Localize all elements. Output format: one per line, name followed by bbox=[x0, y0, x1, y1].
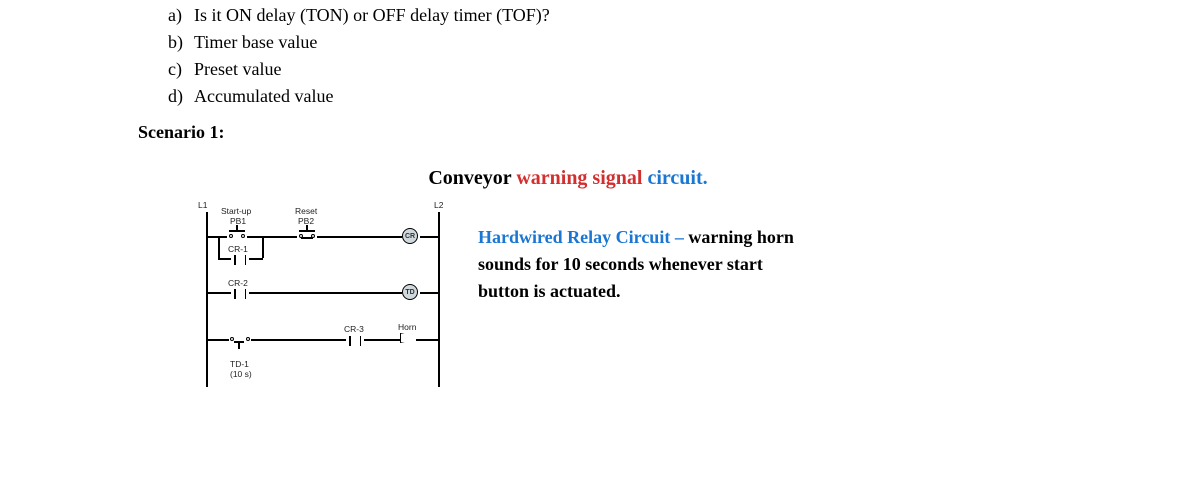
diagram-section: Conveyor warning signal circuit. L1 L2 S… bbox=[168, 167, 1200, 404]
td-coil: TD bbox=[402, 284, 418, 300]
question-list: a) Is it ON delay (TON) or OFF delay tim… bbox=[168, 2, 1200, 110]
relay-circuit-diagram: L1 L2 Start-up PB1 Reset PB2 bbox=[198, 204, 448, 404]
label-startup: Start-up bbox=[221, 206, 251, 216]
question-d: d) Accumulated value bbox=[168, 83, 1200, 110]
question-c: c) Preset value bbox=[168, 56, 1200, 83]
title-p1: Conveyor bbox=[428, 167, 516, 189]
question-a: a) Is it ON delay (TON) or OFF delay tim… bbox=[168, 2, 1200, 29]
diagram-title: Conveyor warning signal circuit. bbox=[428, 167, 707, 190]
label-pb2: PB2 bbox=[298, 216, 314, 226]
horn-output bbox=[400, 333, 416, 345]
label-l1: L1 bbox=[198, 200, 207, 210]
pb1-startup-button bbox=[227, 226, 247, 238]
text-b: Timer base value bbox=[194, 29, 317, 56]
marker-d: d) bbox=[168, 83, 194, 110]
marker-a: a) bbox=[168, 2, 194, 29]
label-horn: Horn bbox=[398, 322, 416, 332]
text-a: Is it ON delay (TON) or OFF delay timer … bbox=[194, 2, 550, 29]
label-cr1: CR-1 bbox=[228, 244, 248, 254]
marker-c: c) bbox=[168, 56, 194, 83]
label-reset: Reset bbox=[295, 206, 317, 216]
text-d: Accumulated value bbox=[194, 83, 333, 110]
label-td1: TD-1 bbox=[230, 359, 249, 369]
label-cr2: CR-2 bbox=[228, 278, 248, 288]
marker-b: b) bbox=[168, 29, 194, 56]
scenario-label: Scenario 1: bbox=[138, 122, 1200, 143]
label-td1-time: (10 s) bbox=[230, 369, 252, 379]
label-cr3: CR-3 bbox=[344, 324, 364, 334]
cr-coil: CR bbox=[402, 228, 418, 244]
td1-contact bbox=[229, 334, 251, 354]
label-pb1: PB1 bbox=[230, 216, 246, 226]
question-b: b) Timer base value bbox=[168, 29, 1200, 56]
td-coil-label: TD bbox=[405, 289, 414, 296]
circuit-description: Hardwired Relay Circuit – warning horn s… bbox=[478, 204, 798, 305]
pb2-reset-button bbox=[297, 226, 317, 238]
cr-coil-label: CR bbox=[405, 233, 415, 240]
label-l2: L2 bbox=[434, 200, 443, 210]
title-p2: warning signal bbox=[516, 167, 647, 189]
text-c: Preset value bbox=[194, 56, 281, 83]
title-p3: circuit. bbox=[647, 167, 707, 189]
desc-title: Hardwired Relay Circuit – bbox=[478, 227, 688, 247]
